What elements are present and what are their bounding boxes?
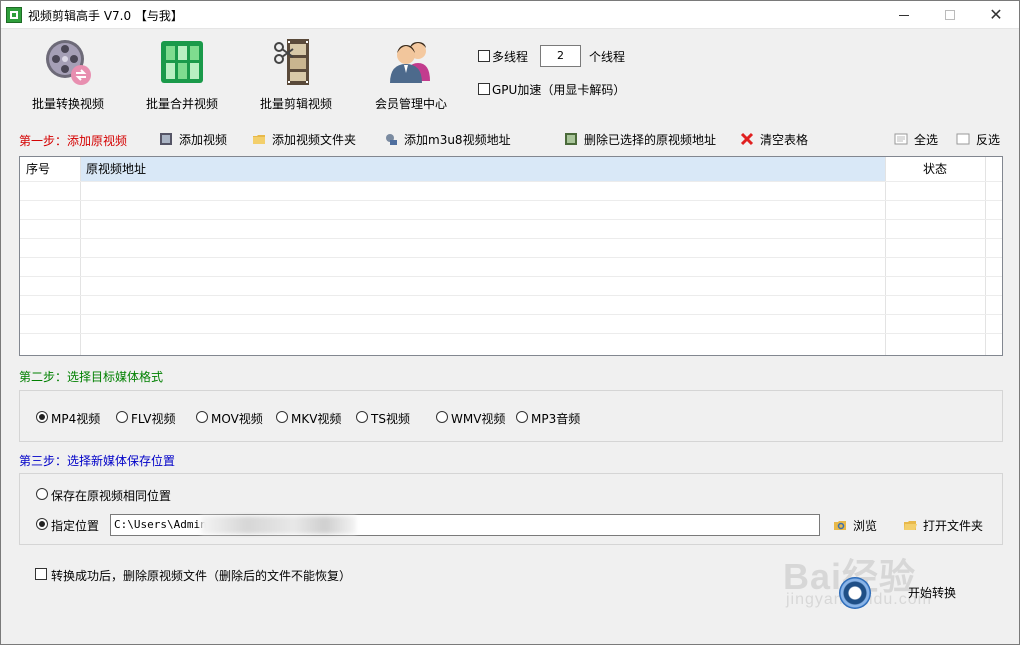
app-logo-icon xyxy=(6,7,22,23)
film-reel-icon xyxy=(46,40,91,85)
clear-table-button[interactable]: 清空表格 xyxy=(740,131,808,149)
red-x-icon xyxy=(740,132,754,146)
start-convert-button[interactable]: 开始转换 xyxy=(908,584,956,601)
format-label-flv: FLV视频 xyxy=(131,412,176,426)
delete-after-checkbox[interactable] xyxy=(35,568,47,580)
film-scissors-icon xyxy=(274,39,309,85)
add-m3u8-label: 添加m3u8视频地址 xyxy=(404,133,511,147)
format-radio-wmv[interactable] xyxy=(436,411,448,423)
batch-edit-button[interactable]: 批量剪辑视频 xyxy=(241,35,351,115)
row-divider xyxy=(20,181,1002,182)
format-label-wmv: WMV视频 xyxy=(451,412,506,426)
add-video-label: 添加视频 xyxy=(179,133,228,147)
row-divider xyxy=(20,295,1002,296)
format-radio-ts[interactable] xyxy=(356,411,368,423)
baidu-watermark: Bai经验 jingyan.baidu.com xyxy=(783,543,983,613)
batch-merge-button[interactable]: 批量合并视频 xyxy=(127,35,237,115)
folder-search-icon xyxy=(834,521,846,530)
multithread-checkbox[interactable] xyxy=(478,50,490,62)
invert-selection-button[interactable]: 反选 xyxy=(956,131,1000,149)
delete-selected-label: 删除已选择的原视频地址 xyxy=(584,133,717,147)
format-radio-mov[interactable] xyxy=(196,411,208,423)
add-folder-label: 添加视频文件夹 xyxy=(272,133,357,147)
browse-button[interactable]: 浏览 xyxy=(833,517,877,535)
row-divider xyxy=(20,219,1002,220)
delete-after-label: 转换成功后，删除原视频文件（删除后的文件不能恢复） xyxy=(51,569,352,583)
maximize-button[interactable] xyxy=(927,1,973,29)
row-divider xyxy=(20,257,1002,258)
minimize-button[interactable] xyxy=(881,1,927,29)
add-m3u8-button[interactable]: 添加m3u8视频地址 xyxy=(384,131,511,149)
members-icon xyxy=(390,42,430,83)
member-center-label: 会员管理中心 xyxy=(374,97,447,111)
select-all-icon xyxy=(894,133,908,145)
title-bar[interactable]: 视频剪辑高手 V7.0 【与我】 ✕ xyxy=(1,1,1019,29)
same-location-radio[interactable] xyxy=(36,488,48,500)
format-radio-mp4[interactable] xyxy=(36,411,48,423)
row-divider xyxy=(20,200,1002,201)
browse-label: 浏览 xyxy=(853,519,878,533)
format-label-mov: MOV视频 xyxy=(211,412,263,426)
format-label-mp3: MP3音频 xyxy=(531,412,581,426)
col-header-source[interactable]: 原视频地址 xyxy=(80,157,885,181)
row-divider xyxy=(20,238,1002,239)
multithread-label: 多线程 xyxy=(492,50,529,64)
clear-table-label: 清空表格 xyxy=(760,133,809,147)
step3-heading: 第三步：选择新媒体保存位置 xyxy=(19,454,176,468)
col-divider xyxy=(985,157,986,355)
format-radio-mkv[interactable] xyxy=(276,411,288,423)
merge-grid-icon xyxy=(161,41,203,83)
folder-add-icon xyxy=(253,135,265,144)
format-label-mkv: MKV视频 xyxy=(291,412,342,426)
custom-location-radio[interactable] xyxy=(36,518,48,530)
row-divider xyxy=(20,333,1002,334)
minimize-icon xyxy=(899,14,909,16)
batch-convert-button[interactable]: 批量转换视频 xyxy=(13,35,123,115)
film-delete-icon xyxy=(565,133,577,145)
format-radio-mp3[interactable] xyxy=(516,411,528,423)
select-all-label: 全选 xyxy=(914,133,939,147)
close-button[interactable]: ✕ xyxy=(973,1,1019,29)
col-header-status[interactable]: 状态 xyxy=(885,157,985,181)
start-convert-icon[interactable] xyxy=(839,577,871,609)
thread-count-input[interactable]: 2 xyxy=(540,45,581,67)
same-location-label: 保存在原视频相同位置 xyxy=(51,489,172,503)
gpu-checkbox[interactable] xyxy=(478,83,490,95)
open-folder-button[interactable]: 打开文件夹 xyxy=(903,517,983,535)
format-label-ts: TS视频 xyxy=(371,412,410,426)
select-all-button[interactable]: 全选 xyxy=(894,131,938,149)
add-video-button[interactable]: 添加视频 xyxy=(159,131,227,149)
video-table[interactable]: 序号 原视频地址 状态 xyxy=(19,156,1003,356)
member-center-button[interactable]: 会员管理中心 xyxy=(356,35,466,115)
film-add-icon xyxy=(160,133,172,145)
invert-selection-label: 反选 xyxy=(976,133,1001,147)
folder-open-icon xyxy=(904,521,917,530)
step1-heading: 第一步：添加原视频 xyxy=(19,134,128,148)
step2-heading: 第二步：选择目标媒体格式 xyxy=(19,370,164,384)
window-title: 视频剪辑高手 V7.0 【与我】 xyxy=(28,9,183,23)
format-radio-flv[interactable] xyxy=(116,411,128,423)
format-label-mp4: MP4视频 xyxy=(51,412,101,426)
row-divider xyxy=(20,276,1002,277)
batch-merge-label: 批量合并视频 xyxy=(145,97,218,111)
custom-location-label: 指定位置 xyxy=(51,519,100,533)
app-window: 视频剪辑高手 V7.0 【与我】 ✕ 批量转换视频 批量合并视频 批量剪辑视频 … xyxy=(0,0,1020,645)
close-icon: ✕ xyxy=(989,5,1003,24)
batch-convert-label: 批量转换视频 xyxy=(31,97,104,111)
redacted-path-blur xyxy=(201,516,356,534)
add-folder-button[interactable]: 添加视频文件夹 xyxy=(252,131,356,149)
col-divider xyxy=(885,157,886,355)
link-add-icon xyxy=(386,134,397,145)
col-divider xyxy=(80,157,81,355)
open-folder-label: 打开文件夹 xyxy=(923,519,984,533)
delete-selected-button[interactable]: 删除已选择的原视频地址 xyxy=(564,131,716,149)
row-divider xyxy=(20,314,1002,315)
invert-selection-icon xyxy=(956,133,970,145)
thread-unit-label: 个线程 xyxy=(589,50,626,64)
maximize-icon xyxy=(945,10,955,20)
batch-edit-label: 批量剪辑视频 xyxy=(259,97,332,111)
gpu-label: GPU加速（用显卡解码） xyxy=(492,83,626,97)
col-header-index[interactable]: 序号 xyxy=(20,157,80,181)
